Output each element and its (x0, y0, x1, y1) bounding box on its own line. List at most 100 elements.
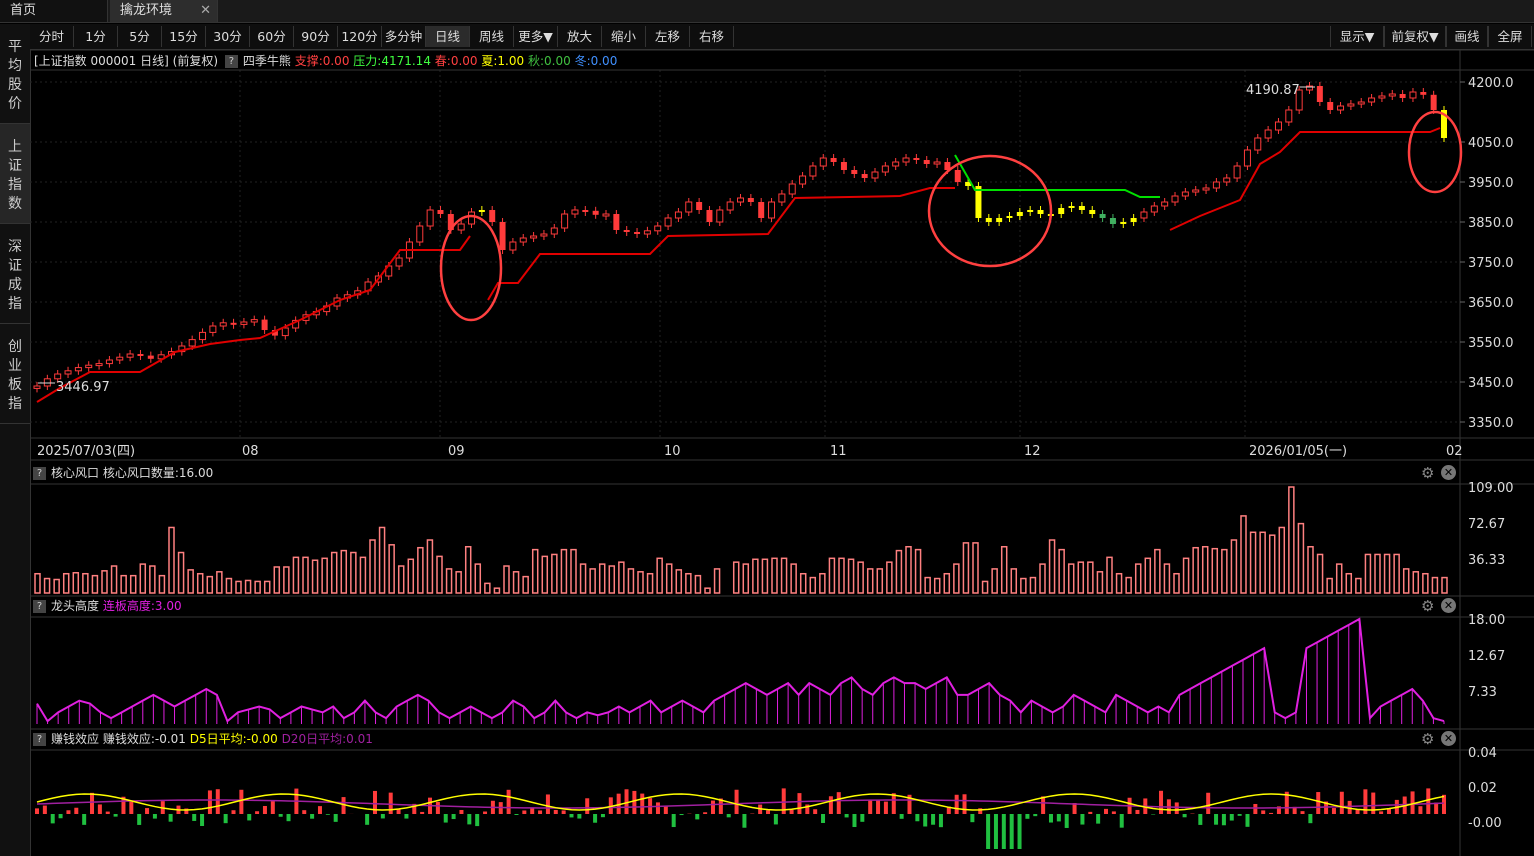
candle-body (613, 214, 620, 230)
p3-bar (1300, 811, 1305, 814)
p3-bar (1442, 794, 1446, 814)
p2-y-tick: 18.00 (1468, 613, 1505, 628)
p1-bar (493, 587, 501, 594)
p1-bar (149, 565, 156, 594)
candle-body (1254, 137, 1262, 151)
highlight-circle (1407, 110, 1463, 194)
candle-body (437, 210, 444, 214)
candle-body (933, 161, 941, 165)
p1-bar (943, 572, 951, 594)
p1-bar (1067, 563, 1075, 594)
p3-bar (1316, 792, 1321, 814)
p1-bar (1278, 526, 1286, 594)
p3-bar (215, 789, 220, 814)
p1-bar (1249, 531, 1257, 594)
p3-bar (420, 811, 425, 814)
p3-bar (365, 814, 370, 825)
p3-bar (561, 810, 566, 814)
p3-bar (530, 808, 535, 814)
p3-bar (1253, 803, 1258, 814)
p1-bar (1402, 568, 1410, 594)
p3-bar (813, 809, 818, 814)
p3-bar (255, 811, 260, 814)
p3-bar (223, 814, 228, 824)
help-icon[interactable]: ? (33, 467, 46, 480)
p1-bar (91, 574, 99, 594)
p3-bar (200, 814, 205, 826)
p1-bar (905, 545, 912, 594)
candle-body (1130, 218, 1137, 222)
p1-bar (168, 526, 175, 594)
close-icon[interactable]: ✕ (1441, 731, 1456, 746)
p3-bar (522, 810, 527, 814)
p3-bar (915, 814, 920, 822)
p3-bar (42, 805, 47, 814)
help-icon[interactable]: ? (33, 600, 46, 613)
p3-bar (1080, 814, 1085, 825)
gear-icon[interactable]: ⚙ (1421, 730, 1434, 748)
p1-bar (1154, 548, 1161, 594)
p3-bar (404, 814, 409, 819)
p1-bar (397, 565, 405, 594)
help-icon[interactable]: ? (33, 733, 46, 746)
gear-icon[interactable]: ⚙ (1421, 464, 1434, 482)
autumn-value: 秋:0.00 (527, 54, 571, 68)
candle-body (643, 230, 651, 235)
candle-body (1368, 97, 1376, 103)
p1-bar (1297, 522, 1305, 594)
p1-bar (388, 544, 395, 594)
candle-body (54, 373, 62, 380)
candle-body (592, 210, 599, 215)
p1-bar (216, 571, 223, 594)
p3-bar (695, 814, 700, 820)
help-icon[interactable]: ? (224, 55, 238, 68)
candle-body (188, 339, 196, 347)
p3-bar (986, 814, 991, 849)
p3-bar (1221, 814, 1226, 826)
p3-bar (891, 793, 896, 814)
close-icon[interactable]: ✕ (1441, 598, 1456, 613)
candle-body (540, 233, 548, 237)
high-price-label: 4190.87 (1246, 83, 1300, 98)
p1-bar (809, 576, 817, 594)
p1-bar (1326, 577, 1333, 594)
p1-bar (206, 575, 214, 594)
p3-bar (938, 814, 943, 828)
p3-bar (640, 793, 645, 814)
p1-bar (417, 546, 424, 594)
panel3-value: 赚钱效应:-0.01 (102, 732, 186, 746)
p3-bar (679, 814, 684, 816)
x-tick-label: 11 (830, 444, 847, 459)
p1-bar (1077, 561, 1085, 594)
y-tick-label: 3450.0 (1468, 376, 1514, 391)
p3-bar (860, 814, 865, 822)
p3-bar (231, 810, 236, 814)
p1-bar (924, 576, 931, 594)
candle-body (1202, 187, 1210, 191)
p1-bar (1115, 572, 1123, 594)
p3-bar (553, 809, 558, 814)
p3-bar (931, 814, 936, 825)
candle-body (871, 171, 879, 179)
p1-bar (962, 542, 970, 594)
p3-bar (1198, 814, 1203, 825)
p3-bar (302, 810, 307, 814)
gear-icon[interactable]: ⚙ (1421, 597, 1434, 615)
p1-bar (34, 572, 41, 594)
p3-bar (703, 812, 708, 814)
p3-bar (923, 814, 928, 827)
close-icon[interactable]: ✕ (1441, 465, 1456, 480)
candle-body (426, 209, 434, 227)
p3-bar (569, 814, 574, 818)
p3-bar (734, 789, 739, 814)
p1-bar (1029, 576, 1037, 594)
p1-bar (72, 572, 80, 594)
panel1-header: ? 核心风口 核心风口数量:16.00 (30, 462, 1460, 484)
p3-bar (247, 814, 252, 821)
candle-body (1120, 222, 1127, 224)
p3-y-tick: -0.00 (1468, 816, 1502, 831)
p3-bar (545, 794, 550, 814)
p2-y-tick: 7.33 (1468, 685, 1497, 700)
p1-bar (780, 557, 788, 594)
p1-bar (302, 556, 309, 594)
